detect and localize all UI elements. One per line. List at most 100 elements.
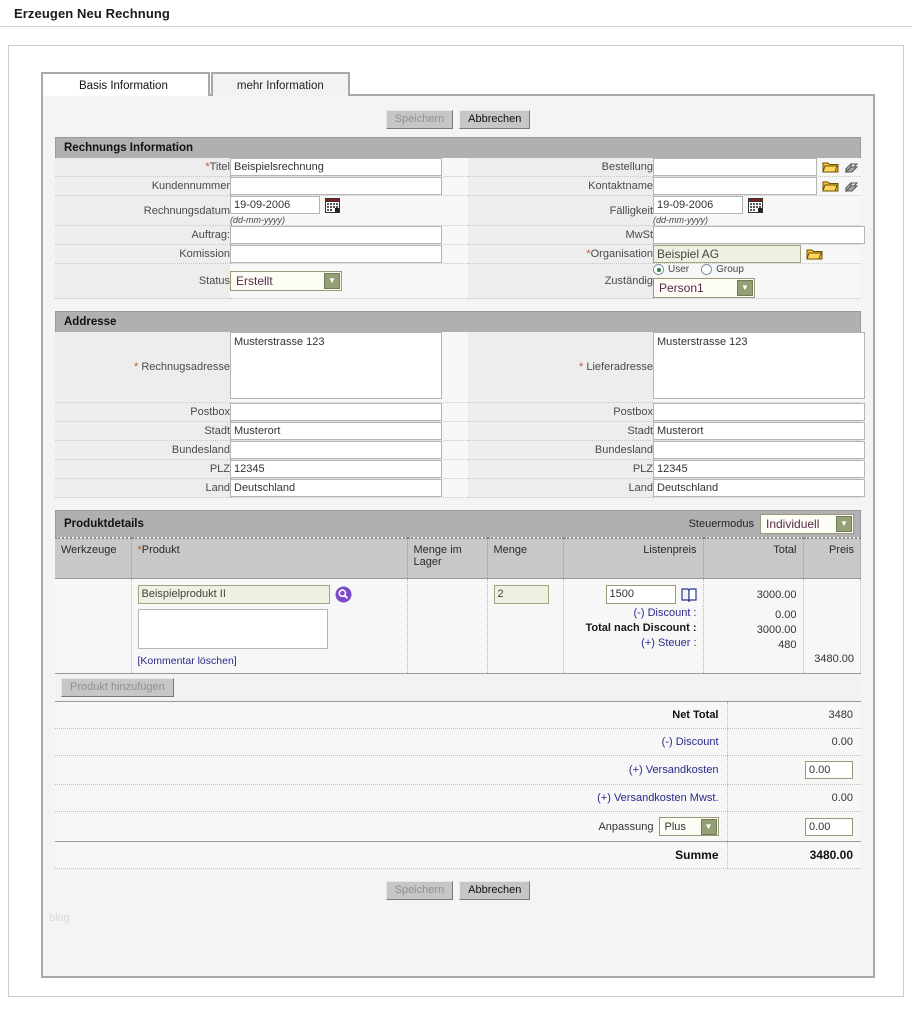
radio-group-label: Group [716, 264, 744, 275]
section-header-product-details: Produktdetails Steuermodus Individuell ▼ [55, 510, 861, 537]
shipping-plz-input[interactable] [653, 460, 865, 478]
field-row: Bundesland Bundesland [55, 440, 865, 460]
eraser-icon[interactable] [844, 160, 861, 174]
assigned-user-select[interactable]: Person1 ▼ [653, 278, 755, 298]
mwst-input[interactable] [653, 226, 865, 244]
label-billing-land: Land [55, 478, 230, 498]
label-status: Status [55, 263, 230, 299]
radio-group[interactable] [701, 264, 713, 275]
titel-input[interactable] [230, 158, 442, 176]
add-product-button[interactable]: Produkt hinzufügen [61, 677, 174, 697]
shipping-land-input[interactable] [653, 479, 865, 497]
field-rechnungsdatum: (dd-mm-yyyy) [230, 195, 468, 226]
field-auftrag [230, 225, 468, 245]
label-mwst: MwSt [468, 225, 653, 245]
kontaktname-input[interactable] [653, 177, 817, 195]
folder-icon[interactable] [806, 247, 823, 261]
column-menge-im-lager: Menge im Lager [407, 537, 488, 579]
faelligkeit-input[interactable] [653, 196, 743, 214]
kundennummer-input[interactable] [230, 177, 442, 195]
label-zustaendig: Zuständig [468, 263, 653, 299]
field-organisation [653, 244, 861, 264]
field-billing-bundesland [230, 440, 468, 460]
search-icon[interactable] [335, 586, 352, 603]
auftrag-input[interactable] [230, 226, 442, 244]
product-details-title: Produktdetails [64, 518, 144, 530]
column-preis: Preis [803, 537, 861, 579]
billing-stadt-input[interactable] [230, 422, 442, 440]
chevron-down-icon: ▼ [737, 280, 753, 296]
label-summe: Summe [55, 841, 727, 869]
status-select[interactable]: Erstellt ▼ [230, 271, 342, 291]
label-organisation: *Organisation [468, 244, 653, 264]
rechnungsadresse-textarea[interactable]: Musterstrasse 123 [230, 332, 442, 399]
cancel-button-top[interactable]: Abbrechen [459, 110, 531, 129]
cell-preis: 3480.00 [803, 578, 861, 674]
shipping-bundesland-input[interactable] [653, 441, 865, 459]
delete-comment-link[interactable]: [Kommentar löschen] [138, 655, 237, 667]
shipping-stadt-input[interactable] [653, 422, 865, 440]
field-shipping-plz [653, 459, 865, 479]
label-faelligkeit: Fälligkeit [468, 195, 653, 226]
save-button-bottom[interactable]: Speichern [385, 881, 454, 900]
save-button-top[interactable]: Speichern [385, 110, 454, 129]
tab-mehr-information[interactable]: mehr Information [210, 72, 350, 96]
field-row: Status Erstellt ▼ Zuständig User Group P… [55, 263, 861, 299]
field-row: Rechnungsdatum (dd-mm-yyyy) Fälligkeit [55, 195, 861, 226]
anpassung-select[interactable]: Plus ▼ [658, 817, 719, 836]
label-auftrag: Auftrag: [55, 225, 230, 245]
required-marker: * [579, 361, 584, 373]
cancel-button-bottom[interactable]: Abbrechen [459, 881, 531, 900]
shipping-postbox-input[interactable] [653, 403, 865, 421]
radio-user[interactable] [653, 264, 664, 275]
eraser-icon[interactable] [844, 179, 861, 193]
calendar-icon[interactable] [325, 197, 340, 213]
label-billing-bundesland: Bundesland [55, 440, 230, 460]
add-product-row: Produkt hinzufügen [55, 673, 861, 702]
product-name-input[interactable] [137, 584, 330, 604]
watermark: blog [49, 912, 70, 924]
folder-icon[interactable] [822, 179, 839, 193]
rechnungsdatum-input[interactable] [230, 196, 320, 214]
billing-land-input[interactable] [230, 479, 442, 497]
label-anpassung: Anpassung Plus ▼ [55, 811, 727, 842]
cell-werkzeuge [55, 578, 132, 674]
label-versandkosten: (+) Versandkosten [55, 755, 727, 785]
assign-type-radio-group: User Group [653, 264, 861, 275]
label-kundennummer: Kundennummer [55, 176, 230, 196]
calendar-icon[interactable] [748, 197, 763, 213]
table-row: (+) Versandkosten [55, 755, 861, 785]
row-discount-value: 0.00 [775, 608, 797, 621]
versandkosten-input[interactable] [805, 761, 853, 779]
price-book-icon[interactable] [680, 587, 697, 602]
tab-basis-information[interactable]: Basis Information [41, 72, 210, 96]
cell-produkt: [Kommentar löschen] [131, 578, 408, 674]
billing-plz-input[interactable] [230, 460, 442, 478]
folder-icon[interactable] [822, 160, 839, 174]
label-shipping-postbox: Postbox [468, 402, 653, 422]
column-menge: Menge [487, 537, 564, 579]
radio-user-label: User [668, 264, 690, 275]
field-row: * Rechnugsadresse Musterstrasse 123 * Li… [55, 332, 865, 403]
column-listenpreis: Listenpreis [563, 537, 704, 579]
bestellung-input[interactable] [653, 158, 817, 176]
field-billing-plz [230, 459, 468, 479]
field-row: Komission *Organisation [55, 244, 861, 264]
quantity-input[interactable] [493, 584, 549, 604]
anpassung-input[interactable] [805, 817, 853, 836]
billing-postbox-input[interactable] [230, 403, 442, 421]
billing-bundesland-input[interactable] [230, 441, 442, 459]
label-billing-stadt: Stadt [55, 421, 230, 441]
field-row: *Titel Bestellung [55, 158, 861, 177]
row-tax-label: (+) Steuer : [641, 636, 697, 649]
assigned-user-value: Person1 [659, 281, 704, 295]
tax-mode-value: Individuell [766, 517, 820, 531]
label-shipping-bundesland: Bundesland [468, 440, 653, 460]
tax-mode-select[interactable]: Individuell ▼ [760, 514, 854, 534]
organisation-input[interactable] [653, 245, 801, 263]
lieferadresse-textarea[interactable]: Musterstrasse 123 [653, 332, 865, 399]
komission-input[interactable] [230, 245, 442, 263]
faelligkeit-format-hint: (dd-mm-yyyy) [653, 215, 708, 225]
list-price-input[interactable] [605, 584, 676, 604]
product-comment-textarea[interactable] [137, 608, 328, 649]
